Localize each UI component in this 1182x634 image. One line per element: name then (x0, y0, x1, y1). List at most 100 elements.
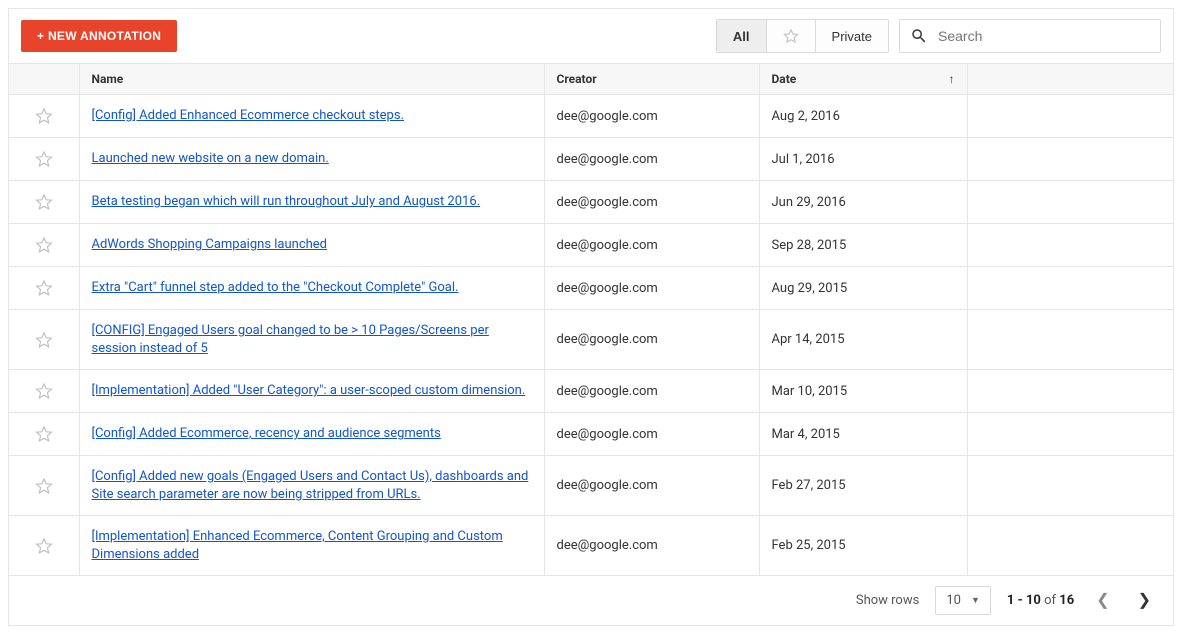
range-end: 10 (1026, 593, 1041, 608)
annotation-link[interactable]: [CONFIG] Engaged Users goal changed to b… (92, 322, 532, 357)
annotation-link[interactable]: Extra "Cart" funnel step added to the "C… (92, 279, 459, 297)
row-star-cell (9, 413, 79, 456)
search-input[interactable] (928, 27, 1150, 45)
annotation-link[interactable]: [Implementation] Enhanced Ecommerce, Con… (92, 528, 532, 563)
range-start: 1 (1007, 593, 1014, 608)
row-name-cell: [Implementation] Enhanced Ecommerce, Con… (79, 516, 544, 576)
column-date[interactable]: Date ↑ (759, 64, 967, 95)
table-row: [Config] Added new goals (Engaged Users … (9, 456, 1173, 516)
star-icon[interactable] (35, 279, 53, 297)
row-date-cell: Feb 25, 2015 (759, 516, 967, 576)
filter-starred-button[interactable] (767, 20, 816, 52)
row-date-cell: Mar 10, 2015 (759, 370, 967, 413)
row-extra-cell (967, 370, 1173, 413)
row-name-cell: [Config] Added new goals (Engaged Users … (79, 456, 544, 516)
annotation-link[interactable]: Launched new website on a new domain. (92, 150, 329, 168)
annotation-link[interactable]: Beta testing began which will run throug… (92, 193, 481, 211)
row-extra-cell (967, 310, 1173, 370)
row-name-cell: Beta testing began which will run throug… (79, 181, 544, 224)
star-icon[interactable] (35, 425, 53, 443)
row-name-cell: [Implementation] Added "User Category": … (79, 370, 544, 413)
row-name-cell: [Config] Added Enhanced Ecommerce checko… (79, 95, 544, 138)
row-date-cell: Apr 14, 2015 (759, 310, 967, 370)
star-icon (783, 28, 799, 44)
range-total: 16 (1059, 593, 1074, 608)
row-name-cell: AdWords Shopping Campaigns launched (79, 224, 544, 267)
filter-all-button[interactable]: All (717, 20, 767, 52)
table-row: [Config] Added Enhanced Ecommerce checko… (9, 95, 1173, 138)
row-extra-cell (967, 456, 1173, 516)
row-date-cell: Aug 2, 2016 (759, 95, 967, 138)
row-date-cell: Jun 29, 2016 (759, 181, 967, 224)
row-extra-cell (967, 181, 1173, 224)
column-extra (967, 64, 1173, 95)
rows-per-page-value: 10 (946, 593, 961, 608)
row-star-cell (9, 95, 79, 138)
row-creator-cell: dee@google.com (544, 310, 759, 370)
prev-page-button[interactable]: ❮ (1090, 589, 1115, 613)
annotations-panel: + NEW ANNOTATION All Private Name Creato… (8, 8, 1174, 626)
new-annotation-button[interactable]: + NEW ANNOTATION (21, 20, 177, 52)
row-date-cell: Mar 4, 2015 (759, 413, 967, 456)
row-star-cell (9, 181, 79, 224)
row-name-cell: [Config] Added Ecommerce, recency and au… (79, 413, 544, 456)
column-name[interactable]: Name (79, 64, 544, 95)
star-icon[interactable] (35, 236, 53, 254)
row-star-cell (9, 310, 79, 370)
row-creator-cell: dee@google.com (544, 370, 759, 413)
star-icon[interactable] (35, 537, 53, 555)
column-date-label: Date (772, 72, 797, 86)
row-date-cell: Feb 27, 2015 (759, 456, 967, 516)
annotation-link[interactable]: AdWords Shopping Campaigns launched (92, 236, 328, 254)
row-creator-cell: dee@google.com (544, 138, 759, 181)
table-row: [Implementation] Added "User Category": … (9, 370, 1173, 413)
row-star-cell (9, 138, 79, 181)
annotation-link[interactable]: [Implementation] Added "User Category": … (92, 382, 526, 400)
table-row: [Implementation] Enhanced Ecommerce, Con… (9, 516, 1173, 576)
row-star-cell (9, 370, 79, 413)
column-star[interactable] (9, 64, 79, 95)
row-date-cell: Sep 28, 2015 (759, 224, 967, 267)
annotation-link[interactable]: [Config] Added Ecommerce, recency and au… (92, 425, 441, 443)
row-extra-cell (967, 95, 1173, 138)
sort-ascending-icon: ↑ (949, 72, 955, 86)
row-creator-cell: dee@google.com (544, 456, 759, 516)
annotation-link[interactable]: [Config] Added new goals (Engaged Users … (92, 468, 532, 503)
table-row: Launched new website on a new domain. dee… (9, 138, 1173, 181)
toolbar: + NEW ANNOTATION All Private (9, 9, 1173, 63)
of-label: of (1044, 593, 1056, 608)
row-extra-cell (967, 138, 1173, 181)
search-field[interactable] (899, 19, 1161, 53)
annotations-table: Name Creator Date ↑ [Config] Added Enhan… (9, 63, 1173, 576)
row-star-cell (9, 267, 79, 310)
table-header-row: Name Creator Date ↑ (9, 64, 1173, 95)
page-range: 1 - 10 of 16 (1007, 593, 1074, 608)
row-creator-cell: dee@google.com (544, 181, 759, 224)
row-name-cell: [CONFIG] Engaged Users goal changed to b… (79, 310, 544, 370)
star-icon[interactable] (35, 331, 53, 349)
next-page-button[interactable]: ❯ (1132, 589, 1157, 613)
search-icon (910, 27, 928, 45)
star-icon[interactable] (35, 107, 53, 125)
star-icon[interactable] (35, 150, 53, 168)
table-row: [Config] Added Ecommerce, recency and au… (9, 413, 1173, 456)
row-name-cell: Launched new website on a new domain. (79, 138, 544, 181)
column-creator[interactable]: Creator (544, 64, 759, 95)
show-rows-label: Show rows (856, 593, 919, 608)
annotation-link[interactable]: [Config] Added Enhanced Ecommerce checko… (92, 107, 405, 125)
star-icon[interactable] (35, 477, 53, 495)
row-date-cell: Jul 1, 2016 (759, 138, 967, 181)
star-icon[interactable] (35, 382, 53, 400)
row-creator-cell: dee@google.com (544, 224, 759, 267)
row-extra-cell (967, 413, 1173, 456)
caret-down-icon: ▼ (971, 595, 980, 606)
rows-per-page-select[interactable]: 10 ▼ (935, 586, 991, 615)
filter-segment: All Private (716, 19, 889, 53)
row-star-cell (9, 516, 79, 576)
row-creator-cell: dee@google.com (544, 95, 759, 138)
row-creator-cell: dee@google.com (544, 267, 759, 310)
table-row: [CONFIG] Engaged Users goal changed to b… (9, 310, 1173, 370)
star-icon[interactable] (35, 193, 53, 211)
filter-private-button[interactable]: Private (816, 20, 888, 52)
pagination-bar: Show rows 10 ▼ 1 - 10 of 16 ❮ ❯ (9, 576, 1173, 625)
